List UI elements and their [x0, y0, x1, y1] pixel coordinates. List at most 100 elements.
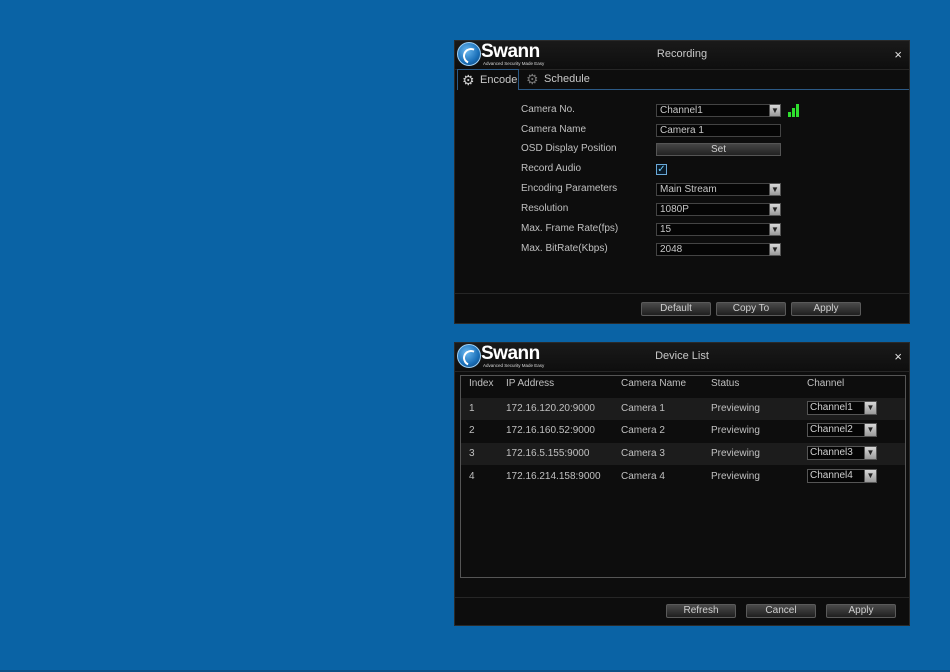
header-channel: Channel: [807, 378, 845, 389]
table-row[interactable]: 1 172.16.120.20:9000 Camera 1 Previewing…: [461, 398, 905, 420]
header-status: Status: [711, 378, 740, 389]
chevron-down-icon[interactable]: ▼: [769, 183, 781, 196]
copy-to-button[interactable]: Copy To: [716, 302, 786, 316]
cell-status: Previewing: [711, 425, 760, 436]
apply-button[interactable]: Apply: [791, 302, 861, 316]
table-row[interactable]: 2 172.16.160.52:9000 Camera 2 Previewing…: [461, 420, 905, 442]
form-row-osd: OSD Display Position Set: [521, 141, 909, 159]
chevron-down-icon[interactable]: ▼: [864, 446, 877, 460]
cell-ip: 172.16.160.52:9000: [506, 425, 595, 436]
chevron-down-icon[interactable]: ▼: [864, 423, 877, 437]
bitrate-value: 2048: [660, 244, 683, 255]
osd-label: OSD Display Position: [521, 143, 617, 154]
channel-value: Channel1: [810, 402, 853, 413]
camera-name-value: Camera 1: [660, 125, 704, 136]
resolution-value: 1080P: [660, 204, 689, 215]
device-table: Index IP Address Camera Name Status Chan…: [460, 375, 906, 578]
cell-ip: 172.16.5.155:9000: [506, 448, 590, 459]
channel-value: Channel4: [810, 470, 853, 481]
header-ip: IP Address: [506, 378, 555, 389]
gear-icon: ⚙: [462, 72, 475, 88]
cell-ip: 172.16.120.20:9000: [506, 403, 595, 414]
record-audio-label: Record Audio: [521, 163, 582, 174]
tab-schedule[interactable]: ⚙ Schedule: [522, 69, 602, 90]
camera-no-label: Camera No.: [521, 104, 575, 115]
close-icon[interactable]: ×: [894, 47, 902, 62]
cell-status: Previewing: [711, 448, 760, 459]
tab-label: Encode: [480, 74, 518, 86]
default-button[interactable]: Default: [641, 302, 711, 316]
header-camera-name: Camera Name: [621, 378, 687, 389]
channel-select[interactable]: Channel1 ▼: [807, 401, 877, 415]
channel-select[interactable]: Channel4 ▼: [807, 469, 877, 483]
footer-divider: [455, 597, 909, 598]
channel-select[interactable]: Channel2 ▼: [807, 423, 877, 437]
signal-strength-icon: [788, 104, 800, 117]
tab-label: Schedule: [544, 73, 590, 85]
form-row-record-audio: Record Audio ✓: [521, 161, 909, 179]
device-list-titlebar: Swann Advanced Security Made Easy Device…: [455, 343, 909, 372]
logo-tagline: Advanced Security Made Easy: [483, 61, 545, 66]
frame-rate-select[interactable]: 15 ▼: [656, 223, 781, 236]
channel-select[interactable]: Channel3 ▼: [807, 446, 877, 460]
cell-ip: 172.16.214.158:9000: [506, 471, 601, 482]
refresh-button[interactable]: Refresh: [666, 604, 736, 618]
window-title: Recording: [656, 48, 708, 60]
bitrate-label: Max. BitRate(Kbps): [521, 243, 608, 254]
chevron-down-icon[interactable]: ▼: [769, 104, 781, 117]
chevron-down-icon[interactable]: ▼: [769, 203, 781, 216]
apply-button[interactable]: Apply: [826, 604, 896, 618]
form-row-encoding: Encoding Parameters Main Stream ▼: [521, 181, 909, 199]
resolution-select[interactable]: 1080P ▼: [656, 203, 781, 216]
frame-rate-label: Max. Frame Rate(fps): [521, 223, 619, 234]
cell-index: 2: [469, 425, 475, 436]
record-audio-checkbox[interactable]: ✓: [656, 164, 667, 175]
table-row[interactable]: 3 172.16.5.155:9000 Camera 3 Previewing …: [461, 443, 905, 465]
camera-name-label: Camera Name: [521, 124, 587, 135]
form-row-camera-no: Camera No. Channel1 ▼: [521, 102, 909, 120]
tab-encode[interactable]: ⚙ Encode: [457, 69, 519, 90]
channel-value: Channel3: [810, 447, 853, 458]
logo-tagline: Advanced Security Made Easy: [483, 363, 545, 368]
gear-icon: ⚙: [526, 71, 539, 87]
table-row[interactable]: 4 172.16.214.158:9000 Camera 4 Previewin…: [461, 466, 905, 488]
camera-no-value: Channel1: [660, 105, 703, 116]
camera-name-input[interactable]: Camera 1: [656, 124, 781, 137]
chevron-down-icon[interactable]: ▼: [864, 469, 877, 483]
recording-titlebar: Swann Advanced Security Made Easy Record…: [455, 41, 909, 70]
close-icon[interactable]: ×: [894, 349, 902, 364]
table-header: Index IP Address Camera Name Status Chan…: [461, 378, 905, 396]
cell-index: 3: [469, 448, 475, 459]
chevron-down-icon[interactable]: ▼: [769, 223, 781, 236]
cell-camera-name: Camera 4: [621, 471, 665, 482]
recording-window: Swann Advanced Security Made Easy Record…: [454, 40, 910, 324]
channel-value: Channel2: [810, 424, 853, 435]
cell-index: 4: [469, 471, 475, 482]
cell-index: 1: [469, 403, 475, 414]
device-list-window: Swann Advanced Security Made Easy Device…: [454, 342, 910, 626]
cell-camera-name: Camera 1: [621, 403, 665, 414]
cell-status: Previewing: [711, 403, 760, 414]
form-row-bitrate: Max. BitRate(Kbps) 2048 ▼: [521, 241, 909, 259]
tab-bar: ⚙ Encode ⚙ Schedule: [455, 69, 909, 91]
header-index: Index: [469, 378, 494, 389]
resolution-label: Resolution: [521, 203, 569, 214]
osd-set-button[interactable]: Set: [656, 143, 781, 156]
encoding-value: Main Stream: [660, 184, 717, 195]
footer-divider: [455, 293, 909, 294]
camera-no-select[interactable]: Channel1 ▼: [656, 104, 781, 117]
encoding-select[interactable]: Main Stream ▼: [656, 183, 781, 196]
chevron-down-icon[interactable]: ▼: [769, 243, 781, 256]
form-row-camera-name: Camera Name Camera 1: [521, 122, 909, 140]
cell-camera-name: Camera 2: [621, 425, 665, 436]
cell-camera-name: Camera 3: [621, 448, 665, 459]
form-row-frame-rate: Max. Frame Rate(fps) 15 ▼: [521, 221, 909, 239]
encoding-label: Encoding Parameters: [521, 183, 618, 194]
cell-status: Previewing: [711, 471, 760, 482]
cancel-button[interactable]: Cancel: [746, 604, 816, 618]
form-row-resolution: Resolution 1080P ▼: [521, 201, 909, 219]
frame-rate-value: 15: [660, 224, 672, 235]
window-title: Device List: [655, 350, 709, 362]
bitrate-select[interactable]: 2048 ▼: [656, 243, 781, 256]
chevron-down-icon[interactable]: ▼: [864, 401, 877, 415]
